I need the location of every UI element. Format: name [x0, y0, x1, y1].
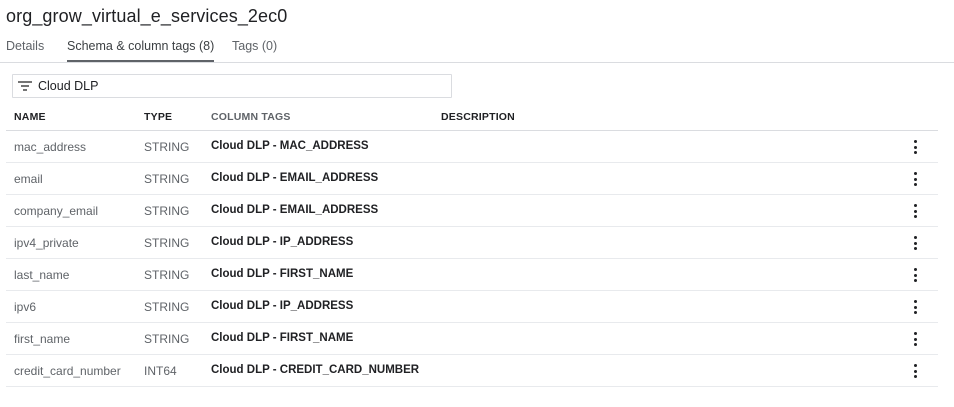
column-name: last_name	[14, 268, 70, 282]
column-type: STRING	[144, 332, 190, 346]
column-name: ipv6	[14, 300, 37, 314]
table-header: NAME TYPE COLUMN TAGS DESCRIPTION	[6, 104, 938, 131]
more-vert-icon[interactable]	[910, 139, 920, 155]
more-vert-icon[interactable]	[910, 267, 920, 283]
column-tag[interactable]: Cloud DLP - MAC_ADDRESS	[211, 140, 369, 152]
column-name: mac_address	[14, 140, 87, 154]
table-row: company_email STRING Cloud DLP - EMAIL_A…	[6, 195, 938, 227]
more-vert-icon[interactable]	[910, 299, 920, 315]
table-title: org_grow_virtual_e_services_2ec0	[6, 6, 288, 26]
column-header-type[interactable]: TYPE	[144, 111, 172, 123]
table-row: ipv4_private STRING Cloud DLP - IP_ADDRE…	[6, 227, 938, 259]
more-vert-icon[interactable]	[910, 363, 920, 379]
more-vert-icon[interactable]	[910, 235, 920, 251]
column-header-description[interactable]: DESCRIPTION	[441, 111, 515, 123]
column-type: STRING	[144, 300, 190, 314]
column-name: company_email	[14, 204, 99, 218]
table-row: last_name STRING Cloud DLP - FIRST_NAME	[6, 259, 938, 291]
column-tag[interactable]: Cloud DLP - FIRST_NAME	[211, 268, 353, 280]
column-name: ipv4_private	[14, 236, 79, 250]
tab-schema-column-tags[interactable]: Schema & column tags (8)	[67, 39, 215, 62]
filter-input[interactable]: Cloud DLP	[12, 74, 452, 98]
column-type: STRING	[144, 172, 190, 186]
tab-tags[interactable]: Tags (0)	[232, 39, 277, 62]
column-type: INT64	[144, 364, 177, 378]
table-row: email STRING Cloud DLP - EMAIL_ADDRESS	[6, 163, 938, 195]
column-tag[interactable]: Cloud DLP - CREDIT_CARD_NUMBER	[211, 364, 419, 376]
table-row: ipv6 STRING Cloud DLP - IP_ADDRESS	[6, 291, 938, 323]
more-vert-icon[interactable]	[910, 331, 920, 347]
column-tag[interactable]: Cloud DLP - IP_ADDRESS	[211, 236, 353, 248]
column-header-name[interactable]: NAME	[14, 111, 46, 123]
column-name: first_name	[14, 332, 71, 346]
column-name: credit_card_number	[14, 364, 121, 378]
column-type: STRING	[144, 140, 190, 154]
column-header-column-tags[interactable]: COLUMN TAGS	[211, 111, 291, 123]
table-row: credit_card_number INT64 Cloud DLP - CRE…	[6, 355, 938, 387]
column-type: STRING	[144, 268, 190, 282]
more-vert-icon[interactable]	[910, 203, 920, 219]
filter-icon[interactable]	[18, 80, 32, 92]
column-tag[interactable]: Cloud DLP - EMAIL_ADDRESS	[211, 172, 378, 184]
more-vert-icon[interactable]	[910, 171, 920, 187]
column-type: STRING	[144, 204, 190, 218]
column-tag[interactable]: Cloud DLP - EMAIL_ADDRESS	[211, 204, 378, 216]
column-type: STRING	[144, 236, 190, 250]
column-tag[interactable]: Cloud DLP - IP_ADDRESS	[211, 300, 353, 312]
schema-page: org_grow_virtual_e_services_2ec0 Details…	[0, 0, 954, 407]
column-name: email	[14, 172, 43, 186]
filter-value: Cloud DLP	[38, 79, 99, 93]
tab-details[interactable]: Details	[6, 39, 44, 62]
table-row: first_name STRING Cloud DLP - FIRST_NAME	[6, 323, 938, 355]
schema-table: NAME TYPE COLUMN TAGS DESCRIPTION mac_ad…	[6, 104, 938, 387]
column-tag[interactable]: Cloud DLP - FIRST_NAME	[211, 332, 353, 344]
tab-bar: Details Schema & column tags (8) Tags (0…	[0, 36, 954, 63]
table-row: mac_address STRING Cloud DLP - MAC_ADDRE…	[6, 131, 938, 163]
